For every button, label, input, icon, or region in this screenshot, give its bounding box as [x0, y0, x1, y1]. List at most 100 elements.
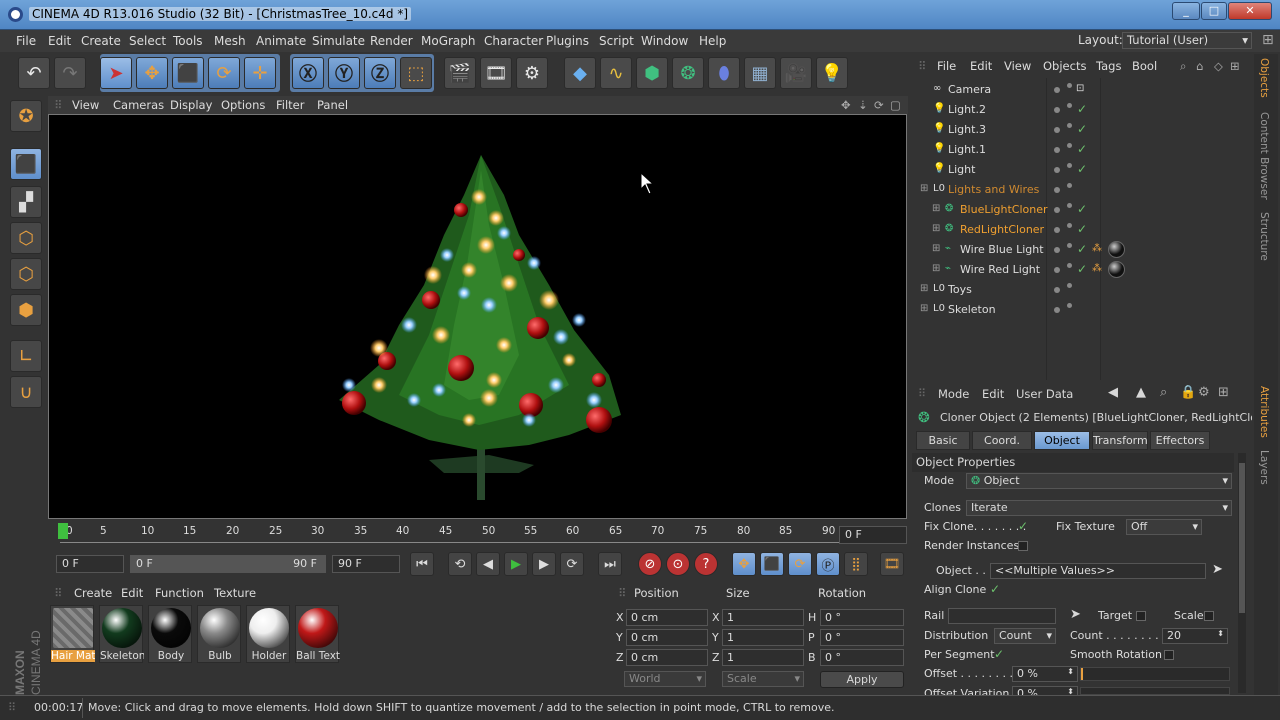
object-name[interactable]: RedLightCloner [960, 223, 1044, 236]
viewport-move-icon[interactable]: ✥ [841, 98, 851, 112]
render-visibility-dot[interactable] [1067, 263, 1072, 268]
menu-select[interactable]: Select [129, 34, 166, 48]
visibility-dot[interactable] [1054, 107, 1060, 113]
coordinate-system-icon[interactable]: ⬚ [400, 57, 432, 89]
render-visibility-dot[interactable] [1067, 123, 1072, 128]
timeline-scheme-icon[interactable]: 🎞 [880, 552, 904, 576]
axis-mode-icon[interactable]: ∟ [10, 340, 42, 372]
offset-field[interactable]: 0 % ⬍ [1012, 666, 1078, 682]
coordinate-space-dropdown[interactable]: World ▾ [624, 671, 706, 687]
lock-icon[interactable]: 🔒 [1180, 385, 1196, 400]
expand-icon[interactable]: ⊞ [920, 183, 928, 194]
objects-menu-objects[interactable]: Objects [1043, 59, 1086, 73]
autokeying-icon[interactable]: ⊙ [666, 552, 690, 576]
enabled-check-icon[interactable]: ✓ [1077, 262, 1087, 276]
object-row[interactable]: 💡 Light.3 ✓ [912, 120, 1252, 140]
viewport-zoom-icon[interactable]: ⇣ [858, 98, 868, 112]
tab-effectors[interactable]: Effectors [1150, 431, 1210, 450]
minimize-button[interactable]: _ [1172, 2, 1200, 20]
texture-mode-icon[interactable]: ▞ [10, 186, 42, 218]
previous-key-icon[interactable]: ⟲ [448, 552, 472, 576]
key-parameter-icon[interactable]: Ⓟ [816, 552, 840, 576]
edges-mode-icon[interactable]: ⬡ [10, 258, 42, 290]
visibility-dot[interactable] [1054, 87, 1060, 93]
object-name[interactable]: Toys [948, 283, 972, 296]
rail-link-field[interactable] [948, 608, 1056, 624]
object-name[interactable]: Wire Blue Light [960, 243, 1044, 256]
new-window-icon[interactable]: ⊞ [1230, 59, 1240, 73]
per-segment-checkbox[interactable]: ✓ [994, 647, 1004, 661]
object-row[interactable]: ⊞ L0 Skeleton [912, 300, 1252, 320]
pick-arrow-icon[interactable]: ➤ [1212, 562, 1223, 577]
pick-arrow-icon[interactable]: ➤ [1070, 607, 1081, 622]
object-row[interactable]: ⊞ L0 Toys [912, 280, 1252, 300]
enabled-check-icon[interactable]: ✓ [1077, 162, 1087, 176]
objects-menu-tags[interactable]: Tags [1096, 59, 1121, 73]
size-field[interactable]: 1 [722, 649, 804, 666]
menu-mograph[interactable]: MoGraph [421, 34, 476, 48]
go-to-end-icon[interactable]: ⏭ [598, 552, 622, 576]
render-visibility-dot[interactable] [1067, 223, 1072, 228]
offset-variation-slider[interactable] [1080, 687, 1230, 695]
next-frame-icon[interactable]: ▶ [532, 552, 556, 576]
attr-menu-user-data[interactable]: User Data [1016, 387, 1073, 401]
expand-icon[interactable]: ⊞ [920, 283, 928, 294]
spinner-icon[interactable]: ⬍ [1067, 667, 1074, 676]
menu-file[interactable]: File [16, 34, 36, 48]
position-field[interactable]: 0 cm [626, 609, 708, 626]
workplane-icon[interactable]: ✪ [10, 100, 42, 132]
key-position-icon[interactable]: ✥ [732, 552, 756, 576]
viewport-menu-view[interactable]: View [72, 98, 99, 112]
timeline-playhead[interactable] [58, 523, 68, 539]
floor-icon[interactable]: ▦ [744, 57, 776, 89]
expand-icon[interactable]: ⊞ [932, 263, 940, 274]
current-frame-field[interactable]: 0 F [839, 526, 907, 544]
render-view-icon[interactable]: 🎬 [444, 57, 476, 89]
menu-edit[interactable]: Edit [48, 34, 71, 48]
end-frame-field[interactable]: 90 F [332, 555, 400, 573]
timeline-ruler[interactable]: 0 5 10 15 20 25 30 35 40 45 50 55 60 65 … [48, 521, 908, 545]
frame-range-slider[interactable]: 0 F 90 F [130, 555, 326, 573]
target-tag-icon[interactable]: ⊡ [1076, 83, 1084, 94]
side-tab-content-browser[interactable]: Content Browser [1258, 112, 1270, 200]
enabled-check-icon[interactable]: ✓ [1077, 202, 1087, 216]
object-name[interactable]: BlueLightCloner [960, 203, 1048, 216]
size-field[interactable]: 1 [722, 629, 804, 646]
keyframe-selection-icon[interactable]: ? [694, 552, 718, 576]
enabled-check-icon[interactable]: ✓ [1077, 122, 1087, 136]
start-frame-field[interactable]: 0 F [56, 555, 124, 573]
material-swatch[interactable]: Ball Text [295, 605, 340, 663]
enabled-check-icon[interactable]: ✓ [1077, 142, 1087, 156]
position-field[interactable]: 0 cm [626, 649, 708, 666]
material-swatch[interactable]: Hair Mat [50, 605, 95, 663]
scale-tool-icon[interactable]: ⬛ [172, 57, 204, 89]
tab-basic[interactable]: Basic [916, 431, 970, 450]
tab-object[interactable]: Object [1034, 431, 1090, 450]
home-icon[interactable]: ⌂ [1196, 59, 1203, 73]
viewport-menu-display[interactable]: Display [170, 98, 212, 112]
object-row[interactable]: ⊞ ❂ BlueLightCloner ✓ [912, 200, 1252, 220]
enabled-check-icon[interactable]: ✓ [1077, 222, 1087, 236]
object-name[interactable]: Light.3 [948, 123, 986, 136]
clones-dropdown[interactable]: Iterate ▾ [966, 500, 1232, 516]
distribution-dropdown[interactable]: Count ▾ [994, 628, 1056, 644]
maximize-button[interactable]: □ [1201, 2, 1227, 20]
spline-pen-icon[interactable]: ∿ [600, 57, 632, 89]
material-menu-edit[interactable]: Edit [121, 586, 143, 600]
viewport-toggle-icon[interactable]: ▢ [890, 98, 901, 112]
next-key-icon[interactable]: ⟳ [560, 552, 584, 576]
viewport-menu-filter[interactable]: Filter [276, 98, 304, 112]
mode-dropdown[interactable]: ❂ Object ▾ [966, 473, 1232, 489]
viewport-rotate-icon[interactable]: ⟳ [874, 98, 884, 112]
side-tab-structure[interactable]: Structure [1258, 212, 1270, 261]
expand-icon[interactable]: ⊞ [932, 223, 940, 234]
material-menu-function[interactable]: Function [155, 586, 204, 600]
enabled-check-icon[interactable]: ✓ [1077, 102, 1087, 116]
menu-render[interactable]: Render [370, 34, 413, 48]
render-visibility-dot[interactable] [1067, 203, 1072, 208]
deformer-bend-icon[interactable]: ⬮ [708, 57, 740, 89]
offset-slider[interactable] [1080, 667, 1230, 681]
align-clone-checkbox[interactable]: ✓ [990, 582, 1000, 596]
rotation-field[interactable]: 0 ° [820, 609, 904, 626]
menu-tools[interactable]: Tools [173, 34, 203, 48]
